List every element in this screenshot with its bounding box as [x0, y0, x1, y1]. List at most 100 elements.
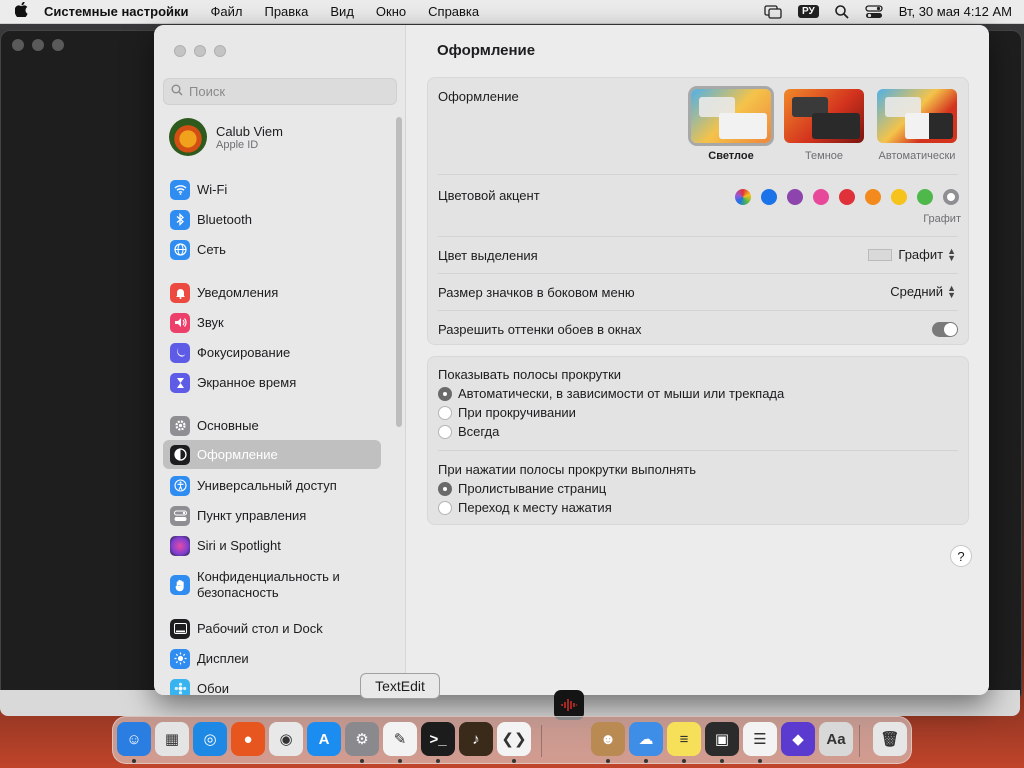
terminal-icon[interactable]: >_: [421, 722, 455, 756]
radio-button[interactable]: [438, 500, 452, 515]
photo-booth-icon[interactable]: ▣: [705, 722, 739, 756]
accent-orange[interactable]: [865, 189, 881, 205]
spotlight-search-icon[interactable]: [834, 4, 849, 19]
sidebar-item-sound[interactable]: Звук: [163, 308, 381, 337]
sidebar-item-wifi[interactable]: Wi-Fi: [163, 175, 381, 204]
appearance-dark-label[interactable]: Темное: [776, 150, 872, 162]
close-icon[interactable]: [12, 39, 24, 51]
accent-red[interactable]: [839, 189, 855, 205]
menu-view[interactable]: Вид: [330, 4, 354, 19]
font-book-icon[interactable]: Aa: [819, 722, 853, 756]
sidebar-item-wallpaper[interactable]: Обои: [163, 674, 381, 695]
vscode-icon[interactable]: ❮❯: [497, 722, 531, 756]
radio-button[interactable]: [438, 405, 452, 420]
sidebar-item-siri-spotlight[interactable]: Siri и Spotlight: [163, 531, 381, 560]
gear-icon: [170, 415, 190, 436]
minimize-icon[interactable]: [32, 39, 44, 51]
accent-purple[interactable]: [787, 189, 803, 205]
appearance-dark-option[interactable]: [784, 89, 864, 143]
safari-icon[interactable]: ◎: [193, 722, 227, 756]
menu-clock[interactable]: Вт, 30 мая 4:12 AM: [899, 4, 1012, 19]
help-button[interactable]: ?: [950, 545, 972, 567]
sidebar-scrollbar[interactable]: [396, 117, 402, 427]
apple-id-account[interactable]: Calub Viem Apple ID: [169, 118, 283, 156]
avatar: [169, 118, 207, 156]
appearance-auto-option[interactable]: [877, 89, 957, 143]
scrollbars-auto-option[interactable]: Автоматически, в зависимости от мыши или…: [438, 386, 784, 401]
sidebar-item-bluetooth[interactable]: Bluetooth: [163, 205, 381, 234]
notes-icon[interactable]: ≡: [667, 722, 701, 756]
launchpad-icon[interactable]: ▦: [155, 722, 189, 756]
sidebar-item-notifications[interactable]: Уведомления: [163, 278, 381, 307]
sun-icon: [170, 648, 190, 669]
input-source-indicator[interactable]: РУ: [797, 5, 819, 18]
system-settings-icon[interactable]: ⚙: [345, 722, 379, 756]
highlight-color-popup[interactable]: Графит ▲ ▼: [868, 246, 956, 262]
sidebar-item-privacy[interactable]: Конфиденциальность и безопасность: [163, 565, 381, 605]
shortcuts-icon[interactable]: ◆: [781, 722, 815, 756]
dock-separator: [541, 725, 542, 757]
divider: [438, 174, 958, 175]
divider: [438, 310, 958, 311]
menu-app-name[interactable]: Системные настройки: [44, 4, 189, 19]
sidebar-item-general[interactable]: Основные: [163, 411, 381, 440]
weather-icon[interactable]: ☁: [629, 722, 663, 756]
window-controls: [174, 45, 226, 57]
reminders-icon[interactable]: ☰: [743, 722, 777, 756]
menu-help[interactable]: Справка: [428, 4, 479, 19]
instruments-icon[interactable]: ♪: [459, 722, 493, 756]
sidebar-item-label: Универсальный доступ: [197, 477, 337, 493]
search-input[interactable]: Поиск: [163, 78, 397, 105]
finder-icon[interactable]: ☺: [117, 722, 151, 756]
accent-yellow[interactable]: [891, 189, 907, 205]
apple-menu-icon[interactable]: [12, 1, 30, 21]
sidebar-item-appearance[interactable]: Оформление: [163, 440, 381, 469]
sidebar-item-focus[interactable]: Фокусирование: [163, 338, 381, 367]
appearance-light-label[interactable]: Светлое: [683, 150, 779, 162]
sidebar-item-displays[interactable]: Дисплеи: [163, 644, 381, 673]
appearance-auto-label[interactable]: Автоматически: [869, 150, 965, 162]
radio-label: Пролистывание страниц: [458, 481, 607, 496]
radio-label: При прокручивании: [458, 405, 576, 420]
menu-file[interactable]: Файл: [211, 4, 243, 19]
screen-mirroring-icon[interactable]: [764, 4, 782, 19]
search-placeholder: Поиск: [189, 84, 226, 99]
firefox-icon[interactable]: ●: [231, 722, 265, 756]
sidebar-item-screen-time[interactable]: Экранное время: [163, 368, 381, 397]
sidebar-item-control-center[interactable]: Пункт управления: [163, 501, 381, 530]
sidebar-icon-size-popup[interactable]: Средний ▲ ▼: [890, 283, 956, 299]
minimize-button[interactable]: [194, 45, 206, 57]
radio-button[interactable]: [438, 386, 452, 401]
sidebar-item-accessibility[interactable]: Универсальный доступ: [163, 471, 381, 500]
contacts-icon[interactable]: ☻: [591, 722, 625, 756]
chrome-icon[interactable]: ◉: [269, 722, 303, 756]
close-button[interactable]: [174, 45, 186, 57]
trash-icon[interactable]: 🗑: [873, 722, 907, 756]
accent-selected-label: Графит: [923, 213, 961, 225]
sidebar-item-label: Обои: [197, 680, 230, 696]
menu-edit[interactable]: Правка: [264, 4, 308, 19]
appearance-light-option[interactable]: [688, 86, 774, 146]
menu-window[interactable]: Окно: [376, 4, 406, 19]
app-store-icon[interactable]: A: [307, 722, 341, 756]
scrollbars-always-option[interactable]: Всегда: [438, 424, 499, 439]
wallpaper-tinting-toggle[interactable]: [932, 322, 958, 337]
accent-graphite[interactable]: [943, 189, 959, 205]
control-center-menu-icon[interactable]: [865, 4, 883, 19]
zoom-button[interactable]: [214, 45, 226, 57]
zoom-icon[interactable]: [52, 39, 64, 51]
scrollbars-when-scrolling-option[interactable]: При прокручивании: [438, 405, 576, 420]
accent-multicolor[interactable]: [735, 189, 751, 205]
click-next-page-option[interactable]: Пролистывание страниц: [438, 481, 606, 496]
accent-pink[interactable]: [813, 189, 829, 205]
accent-green[interactable]: [917, 189, 933, 205]
click-jump-to-spot-option[interactable]: Переход к месту нажатия: [438, 500, 612, 515]
accent-blue[interactable]: [761, 189, 777, 205]
radio-button[interactable]: [438, 424, 452, 439]
sidebar-item-network[interactable]: Сеть: [163, 235, 381, 264]
radio-button[interactable]: [438, 481, 452, 496]
running-indicator: [360, 759, 364, 763]
sidebar-item-desktop-dock[interactable]: Рабочий стол и Dock: [163, 614, 381, 643]
running-indicator: [132, 759, 136, 763]
textedit-icon[interactable]: ✎: [383, 722, 417, 756]
